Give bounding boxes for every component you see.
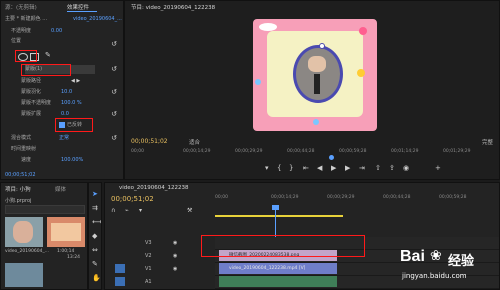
source-patch-v1[interactable] — [115, 264, 125, 273]
step-forward-icon[interactable]: ▶ — [345, 165, 350, 172]
timeline-timecode: 00;00;51;02 — [111, 195, 154, 203]
in-point-icon[interactable]: { — [277, 165, 281, 172]
program-monitor: 节目: video_20190604_122238 00;00;51;02 适合… — [124, 0, 500, 180]
watermark-url: jingyan.baidu.com — [402, 272, 467, 280]
timeline-toolbar: ∩ ⌁ ▾ ⚒ — [111, 207, 201, 215]
out-point-icon[interactable]: } — [289, 165, 293, 172]
tab-media[interactable]: 媒体 — [55, 185, 66, 193]
go-to-out-icon[interactable]: ⇥ — [359, 165, 365, 172]
timeline-ruler: 00;00 00;00;14;29 00;00;29;29 00;00;44;2… — [215, 195, 467, 200]
project-panel: 项目: 小狗 媒体 小狗.prproj video_20190604_... 1… — [0, 182, 88, 290]
thumb-dur-2: 13:24 — [67, 255, 80, 260]
program-playhead[interactable] — [329, 155, 334, 160]
eye-icon[interactable]: ◉ — [173, 253, 177, 260]
razor-tool-icon[interactable]: ◆ — [92, 233, 97, 240]
source-patch-a1[interactable] — [115, 277, 125, 286]
thumb-name-1: video_20190604_... — [5, 249, 49, 254]
track-label-v2: V2 — [145, 253, 152, 259]
clip-video[interactable]: video_20190604_122238.mp4 [V] — [219, 263, 337, 274]
pen-icon[interactable]: ✎ — [45, 52, 51, 59]
clip-audio[interactable] — [219, 276, 337, 287]
row-speed: 速度 100.00% — [21, 157, 84, 163]
snap-icon[interactable]: ∩ — [111, 207, 115, 214]
thumb-video-1[interactable] — [5, 217, 43, 247]
row-blend-mode: 混合模式 正常 — [11, 135, 70, 141]
effect-timecode: 00;00;51;02 — [5, 172, 36, 178]
watermark-brand: Bai — [400, 248, 425, 265]
thumb-video-2[interactable] — [47, 217, 85, 247]
tab-effect-controls[interactable]: 效果控件 — [67, 3, 89, 11]
program-timecode: 00;00;51;02 — [131, 138, 168, 145]
row-time-remap: 时间重映射 — [11, 146, 37, 152]
reset-icon[interactable]: ↺ — [111, 111, 117, 118]
pen-tool-icon[interactable]: ✎ — [92, 261, 98, 268]
tab-underline — [67, 11, 97, 12]
camera-icon[interactable]: ◉ — [403, 165, 409, 172]
highlight-image-clip — [201, 235, 365, 257]
row-mask-path: 蒙版路径 ◀ ▶ — [21, 78, 81, 85]
highlight-mask — [21, 64, 71, 76]
track-select-icon[interactable]: ⇉ — [92, 205, 98, 212]
wrench-icon[interactable]: ⚒ — [187, 207, 192, 214]
clip-path: 主要 * 新建颜色 ... video_20190604_... — [5, 16, 122, 22]
decor-flower — [359, 27, 367, 35]
go-to-in-icon[interactable]: ⇤ — [303, 165, 309, 172]
tab-source[interactable]: 源：(无剪辑) — [5, 3, 37, 11]
timeline-tab[interactable]: video_20190604_122238 — [119, 185, 189, 191]
decor-star — [357, 69, 365, 77]
selection-tool-icon[interactable]: ➤ — [92, 191, 98, 198]
decor-cloud — [259, 23, 277, 31]
hand-tool-icon[interactable]: ✋ — [92, 275, 101, 282]
lift-icon[interactable]: ⇧ — [375, 165, 381, 172]
reset-icon[interactable]: ↺ — [111, 41, 117, 48]
work-area-bar[interactable] — [215, 215, 343, 217]
play-icon[interactable]: ▶ — [331, 165, 336, 172]
highlight-inverted — [55, 118, 93, 132]
eye-icon[interactable]: ◉ — [173, 266, 177, 273]
mask-handle[interactable] — [319, 43, 325, 49]
button-editor-icon[interactable]: + — [435, 165, 441, 172]
effect-controls-panel: 源：(无剪辑) 效果控件 主要 * 新建颜色 ... video_2019060… — [0, 0, 124, 180]
row-mask-feather: 蒙版羽化 10.0 — [21, 89, 73, 95]
decor-dot — [313, 119, 319, 125]
program-ruler: 00;00 00;00;14;29 00;00;29;29 00;00;44;2… — [131, 149, 471, 154]
row-position: 位置 — [11, 38, 22, 44]
slip-tool-icon[interactable]: ⇔ — [92, 247, 98, 254]
thumb-video-3[interactable] — [5, 263, 43, 287]
track-label-a1: A1 — [145, 279, 152, 285]
add-marker-icon[interactable]: ▾ — [139, 207, 142, 214]
extract-icon[interactable]: ⇪ — [389, 165, 395, 172]
paw-icon: ❀ — [430, 248, 442, 264]
highlight-mask-tools — [15, 50, 37, 62]
program-title: 节目: video_20190604_122238 — [131, 5, 216, 11]
decor-dot — [255, 79, 261, 85]
reset-icon[interactable]: ↺ — [111, 66, 117, 73]
playhead-handle[interactable] — [272, 205, 279, 210]
row-opacity: 不透明度 0.00 — [11, 28, 63, 34]
fit-select[interactable]: 适合 — [189, 138, 200, 146]
video-frame — [253, 19, 377, 131]
thumb-dur-1: 1:00;14 — [57, 249, 75, 254]
play-keyframe-icon[interactable]: ◀ ▶ — [71, 78, 80, 85]
eye-icon[interactable]: ◉ — [173, 240, 177, 247]
resolution-select[interactable]: 完整 — [482, 138, 493, 146]
track-label-v3: V3 — [145, 240, 152, 246]
track-label-v1: V1 — [145, 266, 152, 272]
linked-selection-icon[interactable]: ⌁ — [125, 207, 129, 214]
tools-panel: ➤ ⇉ ⟷ ◆ ⇔ ✎ ✋ — [88, 182, 102, 290]
tab-project[interactable]: 项目: 小狗 — [5, 185, 31, 193]
transport-controls: ▾ { } ⇤ ◀ ▶ ▶ ⇥ ⇧ ⇪ ◉ + — [265, 165, 465, 175]
step-back-icon[interactable]: ◀ — [317, 165, 322, 172]
ripple-edit-icon[interactable]: ⟷ — [92, 219, 101, 226]
project-search[interactable] — [5, 205, 85, 214]
row-mask-opacity: 蒙版不透明度 100.0 % — [21, 100, 82, 106]
masked-photo — [293, 45, 343, 103]
watermark-brand-right: 经验 — [448, 254, 475, 269]
reset-icon[interactable]: ↺ — [111, 89, 117, 96]
baidu-watermark: Bai ❀ 经验 jingyan.baidu.com — [400, 248, 496, 286]
project-file: 小狗.prproj — [5, 198, 32, 204]
marker-icon[interactable]: ▾ — [265, 165, 269, 172]
reset-icon[interactable]: ↺ — [111, 135, 117, 142]
